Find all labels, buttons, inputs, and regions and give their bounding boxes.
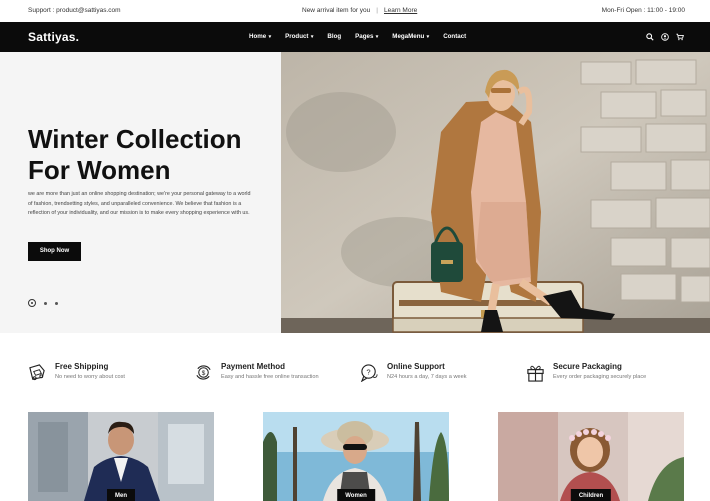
children-photo — [498, 412, 684, 501]
feature-title: Secure Packaging — [553, 362, 622, 371]
feature-title: Free Shipping — [55, 362, 109, 371]
nav-item-label: Contact — [443, 33, 467, 40]
nav-item-label: Product — [285, 33, 309, 40]
nav-item-label: Home — [249, 33, 267, 40]
feature-subtitle: No need to worry about cost — [55, 374, 125, 380]
opening-hours: Mon-Fri Open : 11:00 - 19:00 — [601, 7, 685, 14]
feature-secure-packaging: Secure Packaging Every order packaging s… — [526, 362, 646, 382]
chevron-down-icon: ▾ — [267, 34, 272, 40]
cart-icon[interactable] — [676, 33, 684, 41]
nav-item-label: Blog — [327, 33, 342, 40]
brand-logo[interactable]: Sattiyas. — [28, 30, 79, 44]
hero-text-panel: Winter Collection For Women we are more … — [0, 52, 281, 333]
feature-free-shipping: Free Shipping No need to worry about cos… — [28, 362, 125, 382]
truck-icon — [29, 364, 45, 381]
search-icon[interactable] — [646, 33, 654, 41]
slider-dot[interactable] — [44, 301, 47, 305]
shop-now-button[interactable]: Shop Now — [28, 242, 81, 261]
feature-online-support: ? Online Support N24 hours a day, 7 days… — [360, 362, 467, 382]
chevron-down-icon: ▾ — [309, 34, 314, 40]
hero-image — [281, 52, 710, 333]
nav-item-label: Pages — [355, 33, 374, 40]
hero-title-line1: Winter Collection — [28, 124, 242, 154]
category-label: Women — [337, 489, 375, 501]
main-navbar: Sattiyas. Home ▾ Product ▾ Blog Pages ▾ … — [0, 22, 710, 52]
nav-item-contact[interactable]: Contact — [443, 33, 466, 40]
hero-title: Winter Collection For Women — [28, 124, 278, 186]
top-bar: Support : product@sattiyas.com New arriv… — [0, 0, 710, 22]
chevron-down-icon: ▾ — [425, 34, 430, 40]
gift-box-icon — [527, 365, 544, 382]
nav-item-pages[interactable]: Pages ▾ — [355, 33, 378, 40]
announcement: New arrival item for you | Learn More — [302, 7, 418, 14]
feature-title: Online Support — [387, 362, 445, 371]
support-email[interactable]: Support : product@sattiyas.com — [28, 7, 121, 14]
announcement-text: New arrival item for you — [302, 7, 371, 14]
learn-more-link[interactable]: Learn More — [384, 7, 417, 14]
nav-item-blog[interactable]: Blog — [327, 33, 341, 40]
feature-subtitle: N24 hours a day, 7 days a week — [387, 374, 467, 380]
chevron-down-icon: ▾ — [374, 34, 379, 40]
hero-banner: Winter Collection For Women we are more … — [0, 52, 710, 333]
hero-title-line2: For Women — [28, 155, 171, 185]
nav-item-label: MegaMenu — [392, 33, 425, 40]
nav-item-product[interactable]: Product ▾ — [285, 33, 313, 40]
men-photo — [28, 412, 214, 501]
category-label: Children — [570, 489, 612, 501]
category-card-men[interactable]: Men — [28, 412, 214, 501]
women-photo — [263, 412, 449, 501]
hero-photo — [281, 52, 710, 333]
nav-icons — [646, 33, 684, 41]
svg-text:$: $ — [202, 370, 206, 377]
feature-payment-method: $ Payment Method Easy and hassle free on… — [194, 362, 319, 382]
category-card-children[interactable]: Children — [498, 412, 684, 501]
slider-dot-active[interactable] — [28, 299, 36, 307]
nav-item-home[interactable]: Home ▾ — [249, 33, 271, 40]
user-icon[interactable] — [661, 33, 669, 41]
feature-subtitle: Easy and hassle free online transaction — [221, 374, 319, 380]
hero-description: we are more than just an online shopping… — [28, 191, 251, 217]
slider-dot[interactable] — [55, 301, 58, 305]
category-card-women[interactable]: Women — [263, 412, 449, 501]
feature-title: Payment Method — [221, 362, 286, 371]
feature-subtitle: Every order packaging securely place — [553, 374, 647, 380]
support-bubble-icon: ? — [360, 364, 378, 382]
slider-dots — [28, 299, 58, 307]
main-menu: Home ▾ Product ▾ Blog Pages ▾ MegaMenu ▾… — [249, 33, 480, 40]
category-label: Men — [107, 489, 135, 501]
dollar-cycle-icon: $ — [196, 365, 211, 380]
svg-text:?: ? — [366, 367, 370, 376]
nav-item-megamenu[interactable]: MegaMenu ▾ — [392, 33, 429, 40]
features-row: Free Shipping No need to worry about cos… — [0, 362, 710, 388]
